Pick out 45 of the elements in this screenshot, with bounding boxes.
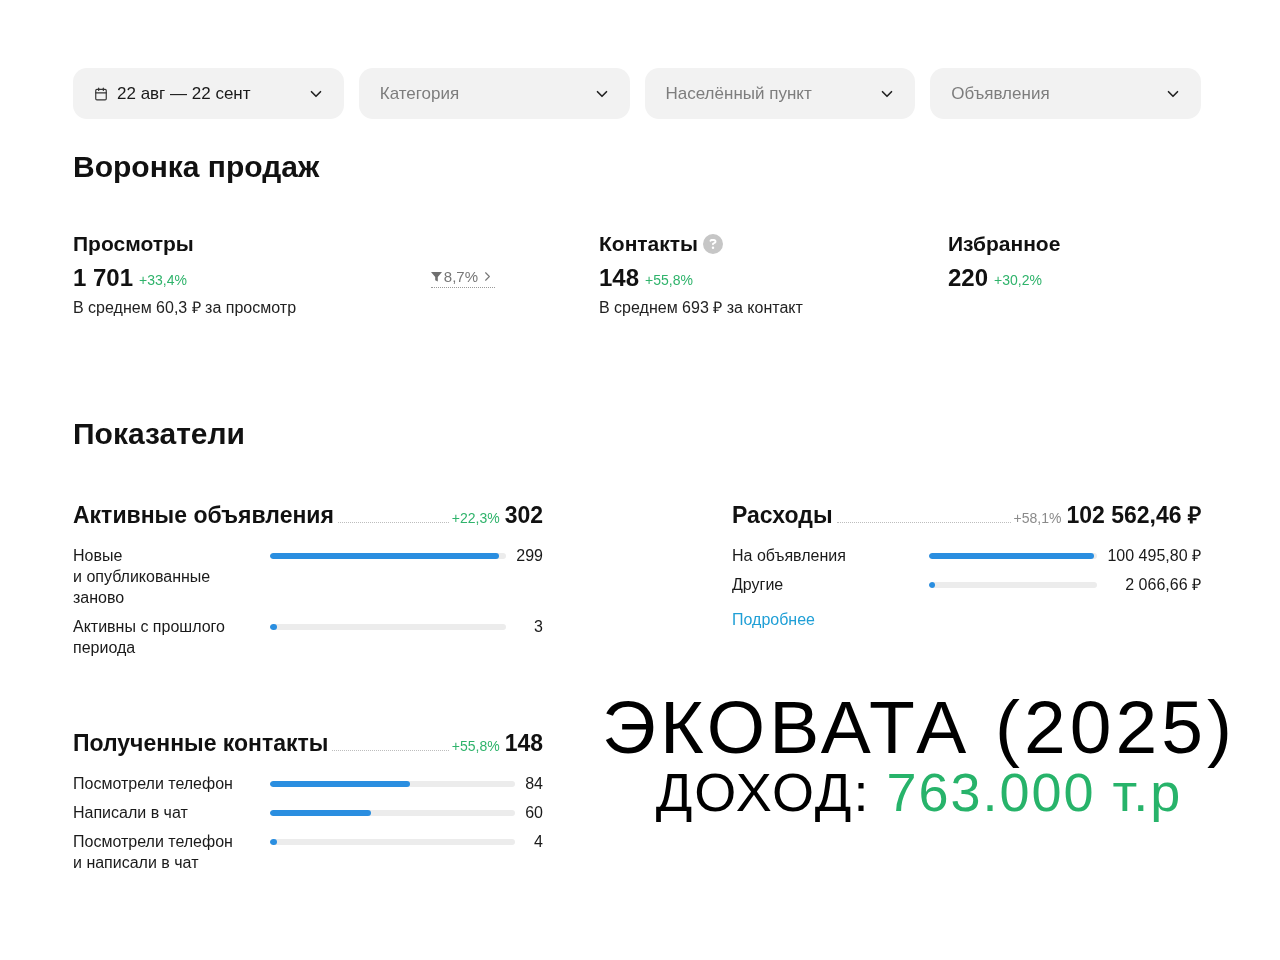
- row-label: Посмотрели телефон: [73, 774, 234, 794]
- metric-total: 302: [504, 501, 543, 530]
- section-heading: Показатели: [73, 416, 247, 452]
- filter-dropdown[interactable]: Объявления: [930, 68, 1201, 119]
- row-value: 100 495,80 ₽: [1106, 546, 1201, 566]
- metric-title: Активные объявления: [73, 501, 334, 530]
- stage-note: В среднем 693 ₽ за контакт: [599, 298, 804, 318]
- funnel-icon: [430, 271, 442, 282]
- row-value: 84: [524, 774, 543, 794]
- change-percent: +55,8%: [451, 738, 500, 754]
- metric-total: 102 562,46 ₽: [1066, 501, 1201, 530]
- date-range-dropdown[interactable]: 22 авг — 22 сент: [73, 68, 344, 119]
- row-value: 60: [524, 803, 543, 823]
- details-link[interactable]: Подробнее: [732, 609, 815, 630]
- metric-title: Расходы: [732, 501, 833, 530]
- row-value: 3: [533, 617, 543, 637]
- filter-dropdown[interactable]: Населённый пункт: [644, 68, 916, 119]
- stage-count: 220: [948, 263, 989, 293]
- row-label: Другие: [732, 575, 785, 595]
- row-value: 2 066,66 ₽: [1124, 575, 1201, 595]
- change-percent: +22,3%: [451, 510, 500, 526]
- conversion-link[interactable]: 8,7%: [430, 268, 495, 288]
- filter-dropdown[interactable]: Категория: [358, 68, 630, 119]
- row-label: Посмотрели телефон и написали в чат: [73, 832, 234, 873]
- row-value: 4: [533, 832, 543, 852]
- stage-title: Просмотры: [73, 231, 194, 257]
- change-percent: +33,4%: [139, 272, 187, 288]
- row-label: На объявления: [732, 546, 847, 566]
- change-percent: +30,2%: [994, 272, 1042, 288]
- stage-title: Избранное: [948, 231, 1061, 257]
- row-value: 299: [515, 546, 543, 566]
- stage-count: 148: [599, 263, 640, 293]
- row-label: Написали в чат: [73, 803, 189, 823]
- change-percent: +55,8%: [645, 272, 693, 288]
- metric-total: 148: [504, 729, 543, 758]
- help-icon[interactable]: [703, 234, 724, 254]
- stage-note: В среднем 60,3 ₽ за просмотр: [73, 298, 298, 318]
- change-percent: +58,1%: [1013, 510, 1062, 526]
- calendar-icon: [94, 86, 108, 101]
- row-label: Новые и опубликованные заново: [73, 546, 212, 608]
- row-label: Активны с прошлого периода: [73, 617, 226, 658]
- stage-title: Контакты: [599, 231, 699, 257]
- section-heading: Воронка продаж: [73, 149, 321, 185]
- metric-title: Полученные контакты: [73, 729, 329, 758]
- stage-count: 1 701: [73, 263, 134, 293]
